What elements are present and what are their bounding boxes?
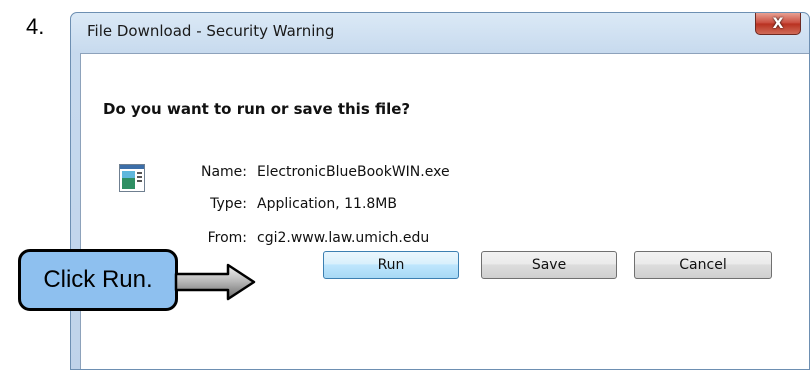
security-warning-dialog: File Download - Security Warning X Do yo… [70, 12, 810, 370]
run-button[interactable]: Run [323, 251, 459, 279]
file-from-label: From: [207, 230, 247, 246]
file-from-value: cgi2.www.law.umich.edu [257, 230, 430, 246]
application-file-icon [119, 164, 145, 192]
dialog-body: Do you want to run or save this file? Na… [80, 53, 809, 369]
file-type-value: Application, 11.8MB [257, 196, 397, 212]
close-button[interactable]: X [755, 13, 801, 35]
window-title: File Download - Security Warning [87, 22, 335, 40]
file-name-label: Name: [200, 164, 247, 180]
title-bar[interactable]: File Download - Security Warning X [71, 13, 809, 53]
dialog-question: Do you want to run or save this file? [103, 100, 411, 118]
cancel-button[interactable]: Cancel [634, 251, 772, 279]
save-button[interactable]: Save [481, 251, 617, 279]
step-number: 4. [26, 14, 45, 39]
file-name-value: ElectronicBlueBookWIN.exe [257, 164, 450, 180]
close-icon: X [772, 15, 784, 32]
file-type-label: Type: [210, 196, 247, 212]
right-arrow-icon [174, 263, 256, 301]
instruction-callout: Click Run. [18, 249, 178, 311]
